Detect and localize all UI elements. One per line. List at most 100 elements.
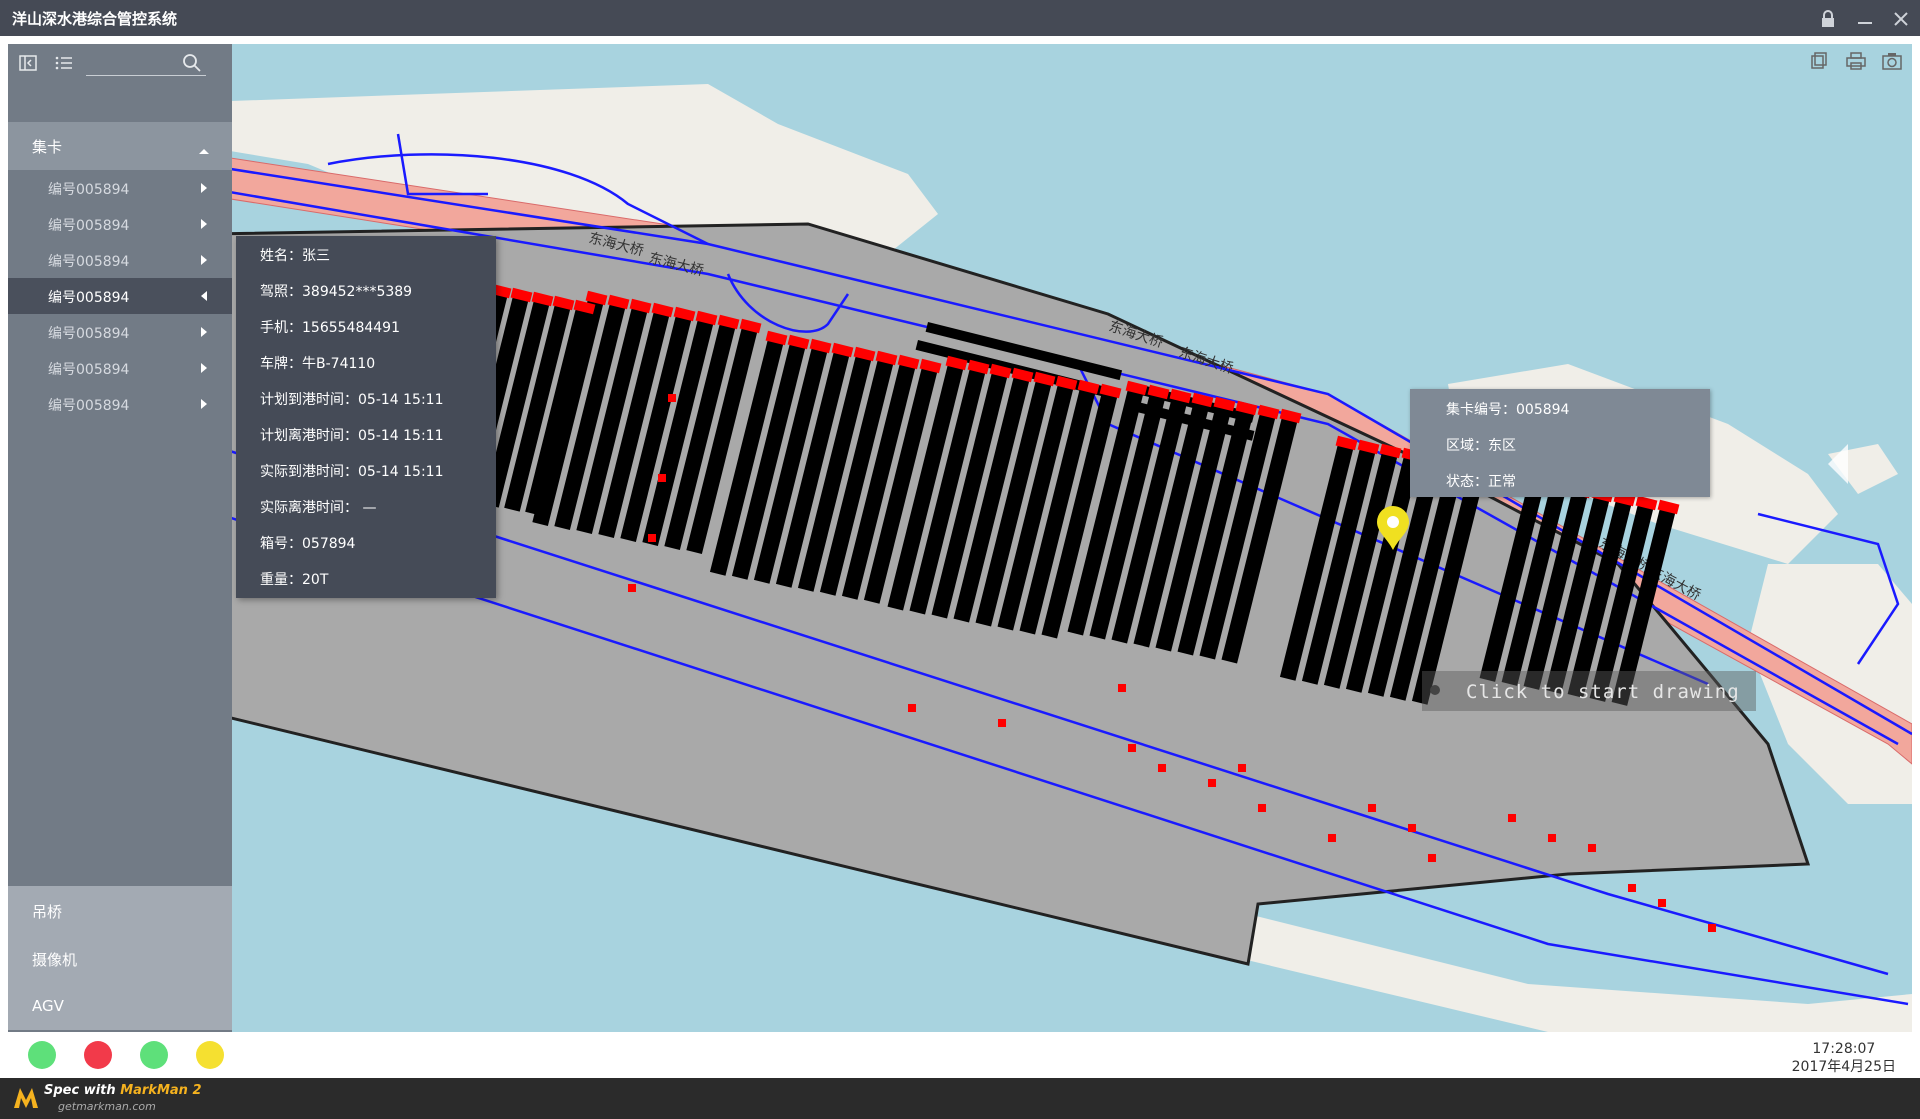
sidebar: 集卡 编号005894 编号005894 编号005894 编号005894 编… — [8, 44, 232, 1032]
list-item-label: 编号005894 — [48, 398, 130, 414]
status-light-yellow[interactable] — [196, 1041, 224, 1069]
list-item-label: 编号005894 — [48, 218, 130, 234]
category-camera[interactable]: 摄像机 — [8, 934, 232, 982]
list-item[interactable]: 编号005894 — [8, 206, 232, 242]
list-item[interactable]: 编号005894 — [8, 170, 232, 206]
vehicle-marker — [1588, 844, 1596, 852]
vehicle-marker — [628, 584, 636, 592]
chevron-right-icon — [200, 362, 208, 378]
chevron-right-icon — [200, 326, 208, 342]
vehicle-marker — [668, 394, 676, 402]
category-label: AGV — [32, 997, 64, 1015]
app-title: 洋山深水港综合管控系统 — [12, 10, 178, 28]
vehicle-marker — [1548, 834, 1556, 842]
category-label: 集卡 — [32, 138, 63, 156]
list-item[interactable]: 编号005894 — [8, 386, 232, 422]
vehicle-marker — [1408, 824, 1416, 832]
category-label: 摄像机 — [32, 951, 78, 969]
vehicle-marker — [998, 719, 1006, 727]
vehicle-marker — [1238, 764, 1246, 772]
detail-container-no: 箱号：057894 — [260, 536, 356, 552]
truck-detail-panel: 姓名：张三 驾照：389452***5389 手机：15655484491 车牌… — [236, 236, 496, 598]
detail-planned-arrival: 计划到港时间：05-14 15:11 — [260, 392, 444, 408]
app-window: 洋山深水港综合管控系统 东海大桥 东海大桥 东海大桥 东海大桥 东海大桥 东海大… — [0, 0, 1920, 1119]
vehicle-marker — [1708, 924, 1716, 932]
category-bridge-crane[interactable]: 吊桥 — [8, 886, 232, 934]
markman-logo-icon — [14, 1088, 38, 1108]
vehicle-marker — [908, 704, 916, 712]
vehicle-marker — [1508, 814, 1516, 822]
copy-icon[interactable] — [1810, 52, 1832, 74]
chevron-right-icon — [200, 254, 208, 270]
truck-list: 编号005894 编号005894 编号005894 编号005894 编号00… — [8, 170, 232, 422]
list-item[interactable]: 编号005894 — [8, 350, 232, 386]
list-item-label: 编号005894 — [48, 290, 130, 306]
vehicle-marker — [1118, 684, 1126, 692]
chevron-right-icon — [200, 398, 208, 414]
markman-footer: Spec with MarkMan 2 getmarkman.com — [0, 1078, 1920, 1119]
chevron-up-icon — [198, 140, 210, 159]
list-item[interactable]: 编号005894 — [8, 314, 232, 350]
draw-hint-button[interactable]: Click to start drawing — [1422, 671, 1756, 711]
print-icon[interactable] — [1846, 52, 1868, 74]
detail-driver-name: 姓名：张三 — [260, 248, 330, 264]
vehicle-marker — [1328, 834, 1336, 842]
status-light-red[interactable] — [84, 1041, 112, 1069]
status-bar: 17:28:07 2017年4月25日 — [0, 1032, 1920, 1078]
vehicle-marker — [1258, 804, 1266, 812]
detail-license: 驾照：389452***5389 — [260, 284, 413, 300]
vehicle-tooltip: 集卡编号：005894 区域：东区 状态：正常 — [1410, 389, 1710, 497]
status-light-green[interactable] — [28, 1041, 56, 1069]
detail-phone: 手机：15655484491 — [260, 320, 400, 336]
bottom-categories: 吊桥 摄像机 AGV — [8, 886, 232, 1030]
chevron-right-icon — [200, 182, 208, 198]
title-bar: 洋山深水港综合管控系统 — [0, 0, 1920, 36]
search-icon[interactable] — [182, 53, 202, 73]
list-item-label: 编号005894 — [48, 326, 130, 342]
tooltip-area: 区域：东区 — [1446, 438, 1516, 454]
clock-date: 2017年4月25日 — [1791, 1059, 1896, 1075]
footer-brand-prefix: Spec with — [44, 1083, 121, 1098]
chevron-left-icon — [200, 290, 208, 306]
detail-planned-departure: 计划离港时间：05-14 15:11 — [260, 428, 444, 444]
footer-site: getmarkman.com — [58, 1100, 156, 1113]
status-light-green[interactable] — [140, 1041, 168, 1069]
camera-icon[interactable] — [1882, 52, 1904, 74]
search-box — [86, 50, 206, 76]
vehicle-marker — [1208, 779, 1216, 787]
lock-icon[interactable] — [1815, 6, 1841, 32]
detail-actual-arrival: 实际到港时间：05-14 15:11 — [260, 464, 444, 480]
vehicle-marker — [658, 474, 666, 482]
list-item-label: 编号005894 — [48, 254, 130, 270]
collapse-icon[interactable] — [14, 50, 42, 76]
tooltip-vehicle-id: 集卡编号：005894 — [1446, 402, 1570, 418]
chevron-right-icon — [200, 218, 208, 234]
search-input[interactable] — [90, 53, 174, 73]
vehicle-marker — [1368, 804, 1376, 812]
tooltip-status: 状态：正常 — [1446, 474, 1516, 490]
list-icon[interactable] — [50, 50, 78, 76]
record-dot-icon — [1430, 685, 1440, 695]
detail-plate: 车牌：牛B-74110 — [260, 356, 376, 372]
list-item-label: 编号005894 — [48, 362, 130, 378]
category-trucks[interactable]: 集卡 — [8, 122, 232, 170]
close-icon[interactable] — [1888, 6, 1914, 32]
vehicle-marker — [648, 534, 656, 542]
direction-arrow-icon — [1828, 444, 1848, 484]
category-label: 吊桥 — [32, 903, 63, 921]
sidebar-toolbar — [8, 44, 232, 84]
vehicle-marker — [1628, 884, 1636, 892]
detail-actual-departure: 实际离港时间： — — [260, 500, 377, 516]
category-agv[interactable]: AGV — [8, 982, 232, 1030]
clock: 17:28:07 2017年4月25日 — [1792, 1040, 1896, 1076]
list-item-selected[interactable]: 编号005894 — [8, 278, 232, 314]
draw-hint-text: Click to start drawing — [1466, 681, 1740, 703]
clock-time: 17:28:07 — [1812, 1041, 1876, 1057]
footer-brand: Spec with MarkMan 2 — [44, 1083, 202, 1098]
list-item-label: 编号005894 — [48, 182, 130, 198]
footer-brand-name: MarkMan 2 — [120, 1083, 202, 1098]
vehicle-marker — [1658, 899, 1666, 907]
minimize-icon[interactable] — [1852, 6, 1878, 32]
vehicle-marker — [1428, 854, 1436, 862]
list-item[interactable]: 编号005894 — [8, 242, 232, 278]
